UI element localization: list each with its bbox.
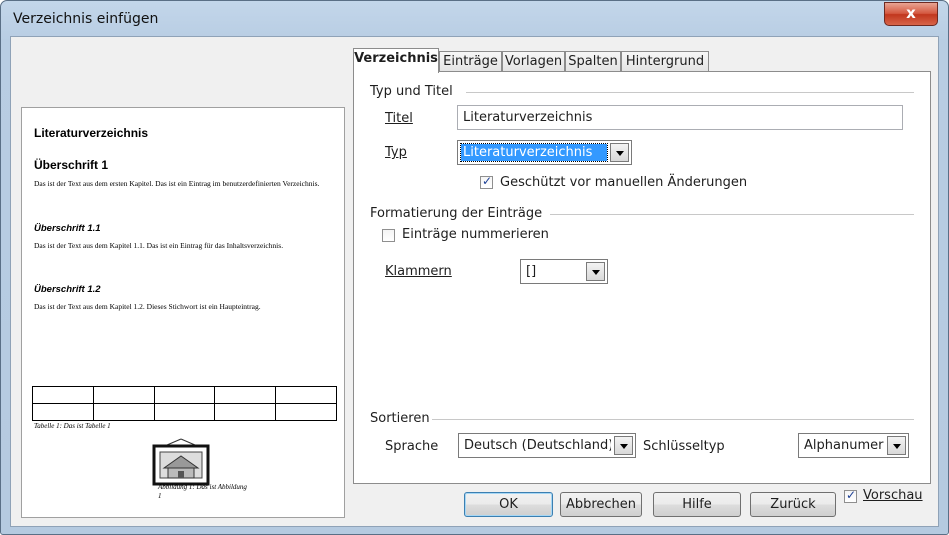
- type-select[interactable]: Literaturverzeichnis: [457, 140, 632, 165]
- back-button[interactable]: Zurück: [750, 492, 836, 517]
- title-bar: Verzeichnis einfügen x: [1, 1, 948, 37]
- dialog-client-area: Literaturverzeichnis Überschrift 1 Das i…: [10, 36, 939, 527]
- dialog-title: Verzeichnis einfügen: [13, 11, 159, 27]
- preview-table: [32, 386, 337, 421]
- language-label: Sprache: [385, 439, 439, 454]
- framed-house-picture-icon: [152, 438, 210, 486]
- key-type-select[interactable]: Alphanumeris: [798, 433, 909, 458]
- section-sort: Sortieren: [370, 411, 430, 426]
- chevron-down-icon[interactable]: [586, 262, 605, 281]
- preview-heading-main: Literaturverzeichnis: [34, 126, 149, 140]
- language-select-value: Deutsch (Deutschland): [464, 438, 611, 453]
- section-type-title: Typ und Titel: [370, 84, 453, 99]
- section-divider: [466, 92, 914, 93]
- title-label: Titel: [385, 111, 413, 126]
- preview-checkbox[interactable]: [844, 488, 857, 503]
- protected-checkbox[interactable]: [480, 174, 493, 189]
- preview-heading-1: Überschrift 1: [34, 158, 109, 172]
- close-icon: x: [906, 4, 916, 22]
- close-button[interactable]: x: [884, 2, 938, 26]
- ok-button[interactable]: OK: [464, 492, 553, 517]
- language-select[interactable]: Deutsch (Deutschland): [458, 433, 636, 458]
- tab-spalten[interactable]: Spalten: [565, 51, 621, 72]
- dialog-window: Verzeichnis einfügen x Literaturverzeich…: [0, 0, 949, 535]
- section-divider: [550, 214, 914, 215]
- preview-figure-caption: Abbildung 1: Das ist Abbildung 1: [158, 483, 247, 500]
- tab-eintraege[interactable]: Einträge: [439, 51, 502, 72]
- brackets-label: Klammern: [385, 264, 452, 279]
- number-entries-checkbox[interactable]: [382, 229, 395, 242]
- protected-label: Geschützt vor manuellen Änderungen: [500, 175, 748, 190]
- tab-hintergrund[interactable]: Hintergrund: [621, 51, 709, 72]
- preview-label: Vorschau: [863, 488, 923, 503]
- chevron-down-icon[interactable]: [610, 143, 629, 162]
- key-type-label: Schlüsseltyp: [643, 439, 725, 454]
- cancel-button[interactable]: Abbrechen: [560, 492, 642, 517]
- title-input[interactable]: Literaturverzeichnis: [457, 105, 903, 130]
- preview-pane: Literaturverzeichnis Überschrift 1 Das i…: [21, 107, 345, 518]
- preview-table-caption: Tabelle 1: Das ist Tabelle 1: [34, 422, 111, 430]
- chevron-down-icon[interactable]: [614, 436, 633, 455]
- type-label: Typ: [385, 145, 407, 160]
- section-formatting: Formatierung der Einträge: [370, 206, 543, 221]
- help-button[interactable]: Hilfe: [653, 492, 741, 517]
- brackets-select[interactable]: []: [520, 259, 608, 284]
- section-divider: [432, 419, 914, 420]
- tab-verzeichnis[interactable]: Verzeichnis: [353, 48, 439, 73]
- tab-panel: Typ und Titel Titel Literaturverzeichnis…: [353, 71, 931, 484]
- preview-text-1: Das ist der Text aus dem ersten Kapitel.…: [34, 179, 320, 188]
- preview-text-1-2: Das ist der Text aus dem Kapitel 1.2. Di…: [34, 302, 261, 311]
- preview-heading-1-2: Überschrift 1.2: [34, 284, 101, 295]
- preview-heading-1-1: Überschrift 1.1: [34, 223, 101, 234]
- tab-vorlagen[interactable]: Vorlagen: [502, 51, 565, 72]
- number-entries-label: Einträge nummerieren: [402, 227, 549, 242]
- type-select-value: Literaturverzeichnis: [460, 143, 608, 162]
- key-type-select-value: Alphanumeris: [804, 438, 884, 453]
- chevron-down-icon[interactable]: [887, 436, 906, 455]
- preview-text-1-1: Das ist der Text aus dem Kapitel 1.1. Da…: [34, 241, 284, 250]
- brackets-select-value: []: [526, 264, 537, 279]
